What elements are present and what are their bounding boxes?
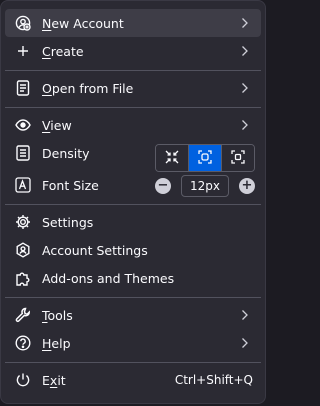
menu-separator xyxy=(5,107,261,108)
menu-item-label: Add-ons and Themes xyxy=(42,270,175,286)
menu-item-new-account[interactable]: New Account xyxy=(5,9,261,37)
chevron-right-icon xyxy=(239,82,251,94)
density-segmented-control xyxy=(155,144,255,172)
chevron-right-icon xyxy=(239,45,251,57)
menu-item-exit[interactable]: Exit Ctrl+Shift+Q xyxy=(5,366,261,394)
menu-item-label: Density xyxy=(42,145,90,161)
menu-item-addons-and-themes[interactable]: Add-ons and Themes xyxy=(5,264,261,292)
chevron-right-icon xyxy=(239,119,251,131)
density-normal-button[interactable] xyxy=(189,145,222,171)
new-account-icon xyxy=(15,15,31,31)
menu-separator xyxy=(5,70,261,71)
normal-density-icon xyxy=(198,149,212,168)
font-size-value: 12px xyxy=(181,175,229,197)
menu-item-label: Font Size xyxy=(42,177,99,193)
menu-item-settings[interactable]: Settings xyxy=(5,208,261,236)
menu-item-label: Create xyxy=(42,43,84,59)
power-icon xyxy=(15,372,31,388)
chevron-right-icon xyxy=(239,337,251,349)
menu-item-label: Account Settings xyxy=(42,242,148,258)
account-settings-icon xyxy=(15,242,31,258)
menu-item-open-from-file[interactable]: Open from File xyxy=(5,74,261,102)
font-size-increase-button[interactable]: + xyxy=(239,178,255,194)
wrench-icon xyxy=(15,307,31,323)
menu-item-label: Settings xyxy=(42,214,94,230)
menu-item-font-size: Font Size xyxy=(5,171,145,199)
compact-density-icon xyxy=(165,149,179,168)
exit-shortcut: Ctrl+Shift+Q xyxy=(174,373,253,387)
menu-item-label: Help xyxy=(42,335,71,351)
menu-separator xyxy=(5,297,261,298)
menu-item-help[interactable]: Help xyxy=(5,329,261,357)
menu-item-label: New Account xyxy=(42,15,124,31)
gear-icon xyxy=(15,214,31,230)
chevron-right-icon xyxy=(239,309,251,321)
app-menu-panel: New Account Create Open from File View D… xyxy=(0,0,266,404)
plus-icon: + xyxy=(241,178,253,193)
minus-icon: − xyxy=(157,178,169,193)
menu-separator xyxy=(5,204,261,205)
touch-density-icon xyxy=(231,149,245,168)
menu-item-account-settings[interactable]: Account Settings xyxy=(5,236,261,264)
menu-item-view[interactable]: View xyxy=(5,111,261,139)
chevron-right-icon xyxy=(239,17,251,29)
menu-item-label: Tools xyxy=(42,307,73,323)
density-icon xyxy=(15,145,31,161)
open-file-icon xyxy=(15,80,31,96)
menu-item-label: View xyxy=(42,117,72,133)
menu-item-create[interactable]: Create xyxy=(5,37,261,65)
density-compact-button[interactable] xyxy=(156,145,189,171)
plus-icon xyxy=(15,43,31,59)
puzzle-icon xyxy=(15,270,31,286)
menu-item-label: Exit xyxy=(42,372,66,388)
menu-separator xyxy=(5,362,261,363)
menu-item-label: Open from File xyxy=(42,80,134,96)
menu-item-tools[interactable]: Tools xyxy=(5,301,261,329)
density-touch-button[interactable] xyxy=(222,145,254,171)
font-size-controls: − 12px + xyxy=(155,175,255,197)
help-icon xyxy=(15,335,31,351)
eye-icon xyxy=(15,117,31,133)
font-size-icon xyxy=(15,177,31,193)
menu-item-density: Density xyxy=(5,139,145,167)
font-size-decrease-button[interactable]: − xyxy=(155,178,171,194)
